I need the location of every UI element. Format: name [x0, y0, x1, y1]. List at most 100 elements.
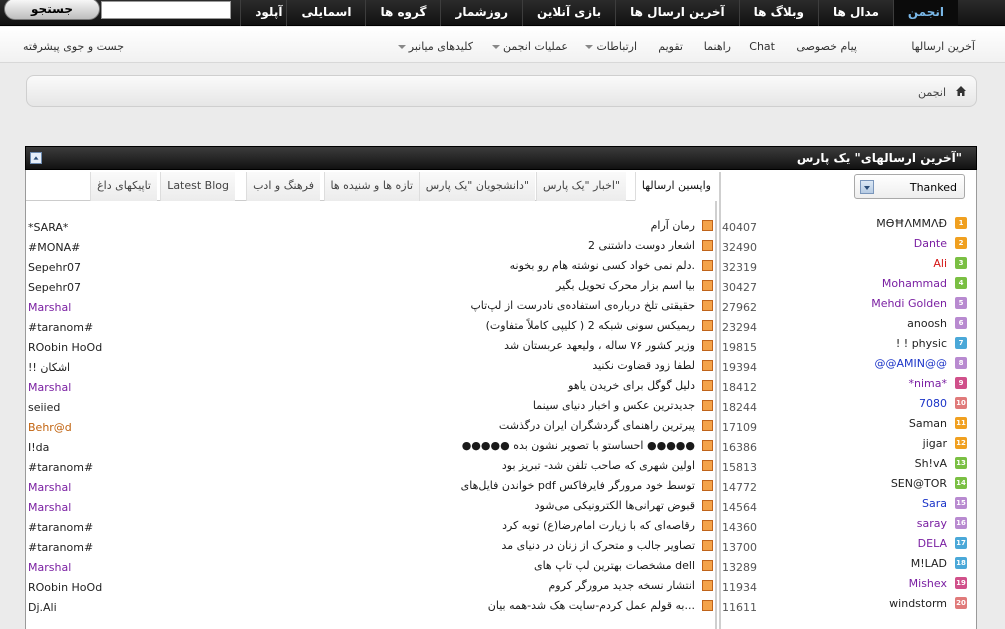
- thread-title-link[interactable]: خواندن فایل‌های pdf توسط خود مرورگر فایر…: [461, 479, 695, 492]
- nav-groups[interactable]: گروه ها: [365, 0, 440, 26]
- subnav-quick-links[interactable]: کلیدهای میانبر: [397, 40, 473, 53]
- thread-author-link[interactable]: ROobin HoOd: [28, 581, 102, 594]
- search-button[interactable]: جستجو: [4, 0, 100, 20]
- search-input[interactable]: [101, 1, 231, 19]
- thread-row: جدیدترین عکس و اخبار دنیای سینما seiied: [26, 396, 717, 416]
- nav-medals[interactable]: مدال ها: [817, 0, 893, 26]
- thanked-user-link[interactable]: jigar: [923, 437, 947, 450]
- subnav-help[interactable]: راهنما: [704, 40, 731, 53]
- thread-author-link[interactable]: #taranom#: [28, 461, 93, 474]
- thanked-user-link[interactable]: Sh!vA: [915, 457, 947, 470]
- thread-row: تصاویر جالب و متحرک از زنان در دنیای مد #…: [26, 536, 717, 556]
- thanked-user-link[interactable]: *nima*: [909, 377, 947, 390]
- thanked-user-row: 4 Mohammad 30427: [721, 276, 977, 296]
- breadcrumb-forum[interactable]: انجمن: [918, 86, 946, 99]
- thread-title-link[interactable]: به قولم عمل کردم-سایت هک شد-همه بیان...: [488, 599, 695, 612]
- widget-tabs: واپسین ارسالها اخبار "یک پارس" دانشجویان…: [26, 172, 717, 201]
- thread-author-link[interactable]: Marshal: [28, 481, 71, 494]
- thread-title-link[interactable]: ●●●●● احساستو با تصویر نشون بده ●●●●●: [462, 439, 695, 452]
- subnav-calendar[interactable]: تقویم: [658, 40, 683, 53]
- chevron-down-icon: [491, 45, 500, 49]
- home-icon[interactable]: [955, 85, 967, 97]
- thread-author-link[interactable]: ROobin HoOd: [28, 341, 102, 354]
- thread-title-link[interactable]: رقاصه‌ای که با زیارت امام‌رضا(ع) توبه کر…: [502, 519, 695, 532]
- thanked-user-link[interactable]: DELA: [918, 537, 947, 550]
- thanked-select[interactable]: Thanked: [854, 174, 965, 199]
- thread-author-link[interactable]: seiied: [28, 401, 60, 414]
- nav-upload[interactable]: آپلود: [240, 0, 286, 26]
- thread-author-link[interactable]: #taranom#: [28, 521, 93, 534]
- thanked-user-link[interactable]: Mehdi Golden: [871, 297, 947, 310]
- thread-author-link[interactable]: Marshal: [28, 301, 71, 314]
- thread-title-link[interactable]: جدیدترین عکس و اخبار دنیای سینما: [533, 399, 695, 412]
- thanks-count: 14360: [722, 521, 757, 534]
- thread-author-link[interactable]: !! اشکان: [28, 361, 70, 374]
- subnav-advanced-search[interactable]: جست و جوی پیشرفته: [23, 40, 124, 53]
- thread-title-link[interactable]: انتشار نسخه جدید مرورگر کروم: [548, 579, 695, 592]
- nav-calendar[interactable]: روزشمار: [440, 0, 522, 26]
- thanked-user-link[interactable]: SEN@TOR: [891, 477, 947, 490]
- tab-ykpars-students[interactable]: دانشجویان "یک پارس": [418, 172, 535, 201]
- subnav-private-message[interactable]: پیام خصوصی: [796, 40, 857, 53]
- thread-author-link[interactable]: #taranom#: [28, 321, 93, 334]
- thread-author-link[interactable]: I!da: [28, 441, 49, 454]
- thread-title-link[interactable]: مشخصات بهترین لپ تاپ های dell: [534, 559, 695, 572]
- thread-author-link[interactable]: *SARA*: [28, 221, 68, 234]
- thanked-user-link[interactable]: Dante: [914, 237, 947, 250]
- thanked-user-link[interactable]: Mishex: [909, 577, 947, 590]
- thread-author-link[interactable]: Sepehr07: [28, 261, 81, 274]
- subnav-chat[interactable]: Chat: [749, 40, 775, 53]
- tab-culture-literature[interactable]: فرهنگ و ادب: [246, 172, 320, 201]
- nav-smilies[interactable]: اسمایلی: [286, 0, 365, 26]
- thanks-count: 18412: [722, 381, 757, 394]
- thread-title-link[interactable]: لطفا زود قضاوت نکنید: [592, 359, 695, 372]
- thread-author-link[interactable]: #MONA#: [28, 241, 80, 254]
- subnav-forum-actions[interactable]: عملیات انجمن: [491, 40, 568, 53]
- thanked-user-link[interactable]: saray: [917, 517, 947, 530]
- thread-author-link[interactable]: #taranom#: [28, 541, 93, 554]
- thread-title-link[interactable]: رمان آرام: [651, 219, 695, 232]
- nav-forum[interactable]: انجمن: [892, 0, 958, 26]
- thread-title-link[interactable]: اولین شهری که صاحب تلفن شد- تبریز بود: [502, 459, 695, 472]
- tab-latest-posts[interactable]: واپسین ارسالها: [634, 172, 717, 201]
- thread-author-link[interactable]: Behr@d: [28, 421, 72, 434]
- thread-author-link[interactable]: Marshal: [28, 501, 71, 514]
- thread-title-link[interactable]: دلیل گوگل برای خریدن یاهو: [568, 379, 695, 392]
- thanked-user-link[interactable]: Mohammad: [882, 277, 947, 290]
- nav-online-games[interactable]: بازی آنلاین: [522, 0, 615, 26]
- thread-title-link[interactable]: دلم نمی خواد کسی نوشته هام رو بخونه.: [510, 259, 695, 272]
- thread-author-link[interactable]: Dj.Ali: [28, 601, 57, 614]
- nav-latest-posts[interactable]: آخرین ارسال ها: [615, 0, 738, 26]
- thread-title-link[interactable]: ریمیکس سونی شبکه 2 ( کلیپی کاملاً متفاوت…: [486, 319, 695, 332]
- tab-hot-topics[interactable]: تاپیکهای داغ: [90, 172, 157, 201]
- thanked-user-link[interactable]: Sara: [922, 497, 947, 510]
- thread-title-link[interactable]: اشعار دوست داشتنی 2: [588, 239, 695, 252]
- thanked-user-link[interactable]: anoosh: [907, 317, 947, 330]
- thread-title-link[interactable]: تصاویر جالب و متحرک از زنان در دنیای مد: [502, 539, 696, 552]
- thread-icon: [702, 240, 713, 251]
- thread-title-link[interactable]: حقیقتی تلخ درباره‌ی استفاده‌ی نادرست از …: [470, 299, 695, 312]
- thread-title-link[interactable]: بیا اسم بزار محرک تحویل بگیر: [556, 279, 695, 292]
- thanked-user-link[interactable]: windstorm: [889, 597, 947, 610]
- tab-latest-blog[interactable]: Latest Blog: [160, 172, 235, 201]
- subnav-latest-posts[interactable]: آخرین ارسالها: [911, 40, 975, 53]
- tab-ykpars-news[interactable]: اخبار "یک پارس": [535, 172, 626, 201]
- chevron-down-icon[interactable]: [860, 180, 874, 194]
- nav-blogs[interactable]: وبلاگ ها: [738, 0, 818, 26]
- thread-title-link[interactable]: وزیر کشور ۷۶ ساله ، ولیعهد عربستان شد: [504, 339, 695, 352]
- thanked-user-link[interactable]: MӨĦΛMMΛĐ: [876, 217, 947, 230]
- thanked-user-link[interactable]: 7080: [919, 397, 947, 410]
- thread-title-link[interactable]: پیرترین راهنمای گردشگران ایران درگذشت: [499, 419, 695, 432]
- subnav-connections[interactable]: ارتباطات: [585, 40, 637, 53]
- tab-news-and-gossip[interactable]: تازه ها و شنیده ها: [323, 172, 419, 201]
- collapse-icon[interactable]: [30, 152, 42, 164]
- thanked-user-link[interactable]: ! ! physic: [896, 337, 947, 350]
- thread-author-link[interactable]: Marshal: [28, 381, 71, 394]
- thanked-user-link[interactable]: Saman: [909, 417, 947, 430]
- thanked-user-link[interactable]: Ali: [933, 257, 947, 270]
- thread-author-link[interactable]: Marshal: [28, 561, 71, 574]
- thanked-user-link[interactable]: M!LAD: [911, 557, 947, 570]
- thanked-user-link[interactable]: @@AMIN@@: [875, 357, 948, 370]
- thread-author-link[interactable]: Sepehr07: [28, 281, 81, 294]
- thread-title-link[interactable]: قبوض تهرانی‌ها الکترونیکی می‌شود: [535, 499, 695, 512]
